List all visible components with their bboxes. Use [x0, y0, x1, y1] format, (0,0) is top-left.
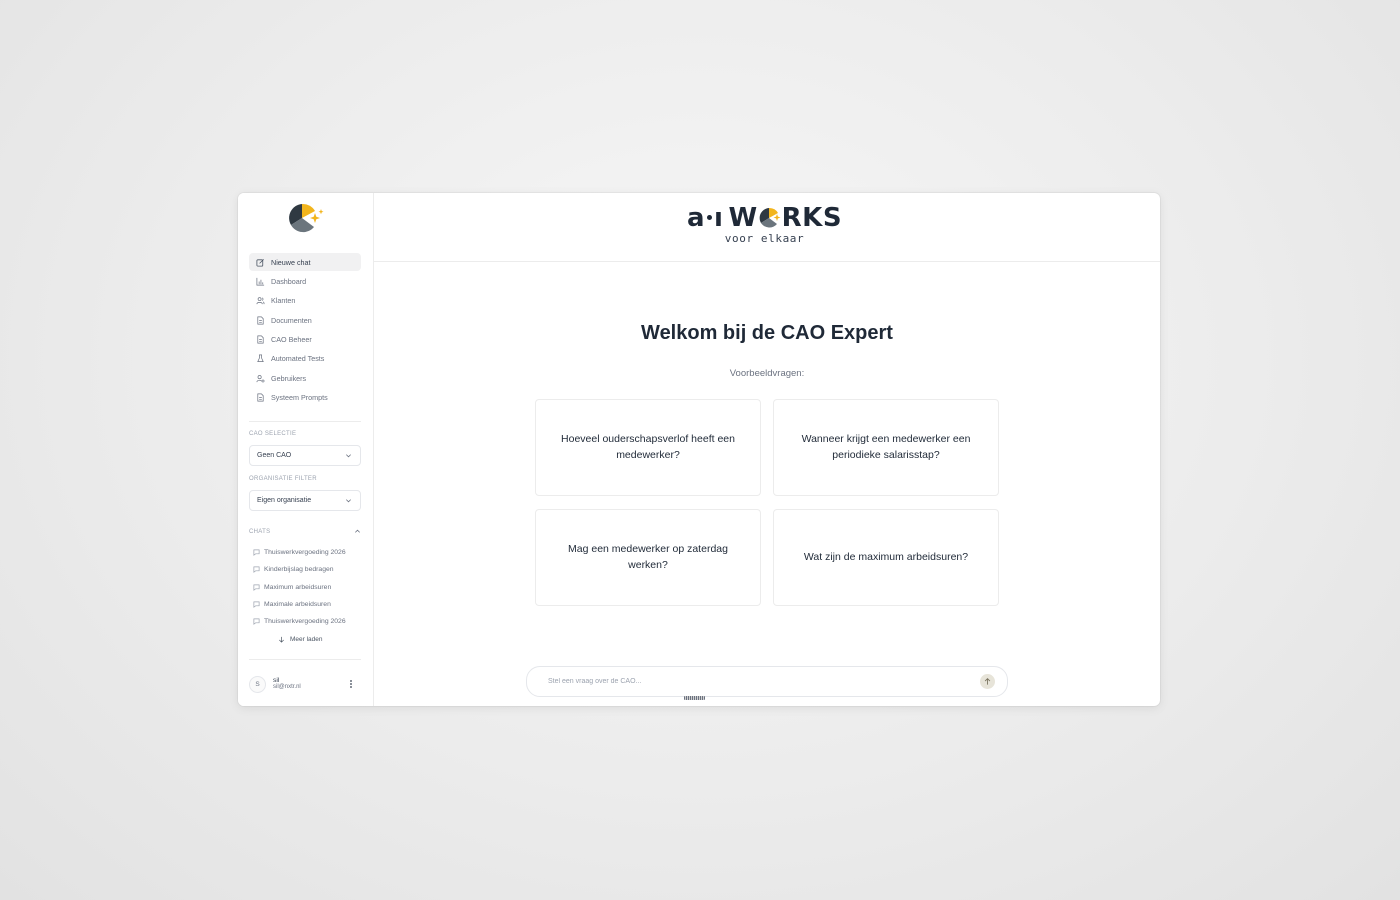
sidebar-item-label: Gebruikers [271, 373, 307, 383]
example-question-card[interactable]: Wat zijn de maximum arbeidsuren? [773, 509, 999, 606]
send-button[interactable] [980, 674, 995, 689]
examples-label: Voorbeeldvragen: [729, 368, 805, 379]
example-question-card[interactable]: Hoeveel ouderschapsverlof heeft een mede… [535, 399, 761, 496]
brand-o-logo-icon [759, 207, 781, 228]
chat-list-item[interactable]: Thuiswerkvergoeding 2026 [253, 613, 365, 630]
sidebar-item-nieuwe-chat[interactable]: Nieuwe chat [249, 253, 361, 271]
sidebar-item-klanten[interactable]: Klanten [249, 292, 361, 310]
brand-ai-text: a [687, 203, 706, 233]
sidebar-nav: Nieuwe chat Dashboard Klanten Documenten [249, 253, 361, 408]
example-question-text: Wanneer krijgt een medewerker een period… [801, 433, 971, 461]
main-panel: a ı W RKS voor elkaar Welkom bij de CAO [374, 193, 1160, 706]
load-more-label: Meer laden [290, 636, 323, 643]
sidebar-item-label: CAO Beheer [271, 335, 312, 345]
cao-select[interactable]: Geen CAO [249, 445, 361, 466]
chats-label: CHATS [249, 528, 271, 535]
chevron-down-icon [346, 499, 351, 503]
document-icon [255, 393, 265, 403]
brand-i-text: ı [714, 203, 724, 233]
message-icon [253, 618, 260, 626]
sidebar-item-label: Documenten [271, 315, 312, 325]
message-icon [253, 549, 260, 556]
arrow-up-icon [984, 677, 991, 685]
chat-list-item[interactable]: Kinderbijslag bedragen [253, 561, 365, 578]
chevron-up-icon[interactable] [354, 528, 361, 535]
page-title: Welkom bij de CAO Expert [641, 322, 893, 344]
sidebar-item-label: Systeem Prompts [271, 393, 328, 403]
brand-rks-text: RKS [781, 203, 843, 233]
more-vertical-icon[interactable] [347, 678, 355, 690]
sidebar-divider [249, 421, 361, 422]
example-question-card[interactable]: Mag een medewerker op zaterdag werken? [535, 509, 761, 606]
example-question-card[interactable]: Wanneer krijgt een medewerker een period… [773, 399, 999, 496]
sidebar: Nieuwe chat Dashboard Klanten Documenten [238, 193, 374, 706]
user-cog-icon [255, 373, 265, 383]
app-logo-icon[interactable] [286, 201, 324, 237]
organisatie-select-value: Eigen organisatie [257, 497, 312, 504]
load-more-button[interactable]: Meer laden [278, 636, 323, 643]
user-profile[interactable]: S sil sil@nxtr.nl [249, 673, 361, 695]
sidebar-item-systeem-prompts[interactable]: Systeem Prompts [249, 389, 361, 407]
avatar: S [249, 675, 266, 693]
cao-select-value: Geen CAO [257, 452, 292, 459]
cao-selectie-label: CAO SELECTIE [249, 431, 297, 437]
chat-title: Thuiswerkvergoeding 2026 [264, 618, 346, 626]
example-question-text: Wat zijn de maximum arbeidsuren? [803, 550, 969, 563]
chevron-down-icon [346, 454, 351, 458]
brand-dot-icon [707, 214, 713, 220]
brand-wordmark: a ı W RKS [687, 202, 842, 234]
message-icon [253, 601, 260, 608]
arrow-down-icon [279, 636, 284, 643]
bar-chart-icon [255, 276, 265, 286]
brand-w-text: W [728, 203, 758, 233]
chat-input-box [526, 666, 1008, 697]
chat-list-item[interactable]: Thuiswerkvergoeding 2026 [253, 544, 365, 561]
message-icon [253, 584, 260, 591]
sidebar-item-label: Klanten [271, 296, 296, 306]
sidebar-item-label: Nieuwe chat [271, 257, 311, 267]
chat-list-item[interactable]: Maximum arbeidsuren [253, 579, 365, 596]
sidebar-item-label: Automated Tests [271, 354, 325, 364]
sidebar-item-automated-tests[interactable]: Automated Tests [249, 350, 361, 368]
edit-icon [255, 257, 265, 267]
example-question-text: Hoeveel ouderschapsverlof heeft een mede… [561, 433, 735, 461]
brand-tagline: voor elkaar [724, 232, 805, 245]
chats-section-header[interactable]: CHATS [249, 528, 361, 535]
example-question-text: Mag een medewerker op zaterdag werken? [568, 543, 728, 571]
chat-title: Thuiswerkvergoeding 2026 [264, 549, 346, 557]
brand-logo: a ı W RKS voor elkaar [687, 202, 842, 245]
document-icon [255, 315, 265, 325]
sidebar-item-label: Dashboard [271, 276, 307, 286]
sidebar-item-cao-beheer[interactable]: CAO Beheer [249, 331, 361, 349]
flask-icon [255, 354, 265, 364]
sidebar-item-dashboard[interactable]: Dashboard [249, 272, 361, 290]
users-icon [255, 296, 265, 306]
chat-list-item[interactable]: Maximale arbeidsuren [253, 596, 365, 613]
message-icon [253, 566, 260, 574]
app-window: Nieuwe chat Dashboard Klanten Documenten [238, 193, 1160, 706]
sidebar-item-gebruikers[interactable]: Gebruikers [249, 369, 361, 387]
organisatie-select[interactable]: Eigen organisatie [249, 490, 361, 511]
user-email: sil@nxtr.nl [273, 684, 301, 691]
user-name: sil [273, 676, 280, 684]
chat-list: Thuiswerkvergoeding 2026 Kinderbijslag b… [253, 544, 365, 630]
document-icon [255, 335, 265, 345]
sidebar-item-documenten[interactable]: Documenten [249, 311, 361, 329]
organisatie-filter-label: ORGANISATIE FILTER [249, 476, 317, 482]
chat-title: Maximale arbeidsuren [264, 601, 331, 609]
resize-handle[interactable] [684, 696, 705, 700]
chat-title: Maximum arbeidsuren [264, 583, 332, 591]
header: a ı W RKS voor elkaar [374, 193, 1160, 262]
chat-input[interactable] [548, 678, 980, 685]
sidebar-divider [249, 659, 361, 660]
chat-title: Kinderbijslag bedragen [264, 566, 334, 574]
